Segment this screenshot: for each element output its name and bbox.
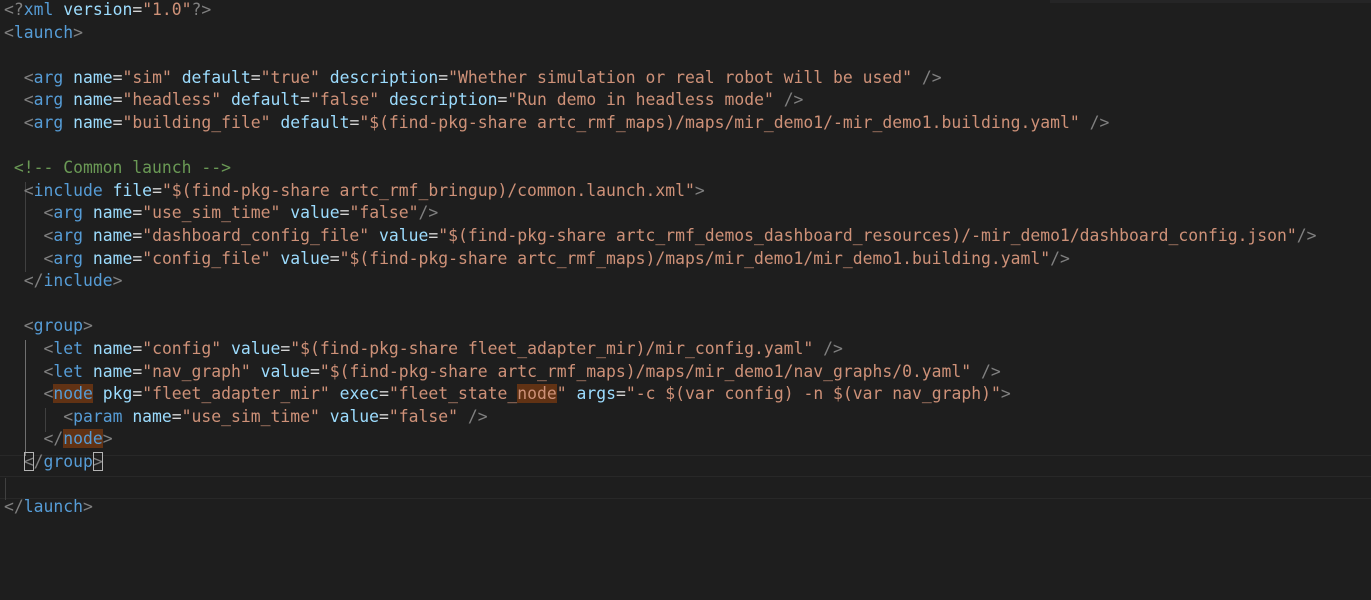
code-line-12[interactable]: <arg name="config_file" value="$(find-pk… — [4, 248, 1069, 271]
current-line-highlight — [0, 455, 1371, 477]
code-line-1[interactable]: <?xml version="1.0"?> — [4, 0, 211, 22]
code-line-15[interactable]: <group> — [4, 315, 93, 338]
code-line-16[interactable]: <let name="config" value="$(find-pkg-sha… — [4, 338, 842, 361]
code-editor[interactable]: <?xml version="1.0"?> <launch> <arg name… — [0, 0, 1371, 600]
code-line-2[interactable]: <launch> — [4, 22, 83, 45]
code-line-17[interactable]: <let name="nav_graph" value="$(find-pkg-… — [4, 361, 1000, 384]
code-line-9[interactable]: <include file="$(find-pkg-share artc_rmf… — [4, 180, 705, 203]
code-line-19[interactable]: <param name="use_sim_time" value="false"… — [4, 406, 487, 429]
code-line-11[interactable]: <arg name="dashboard_config_file" value=… — [4, 225, 1316, 248]
code-line-8[interactable]: <!-- Common launch --> — [4, 157, 231, 180]
bracket-match: > — [92, 452, 103, 471]
code-line-4[interactable]: <arg name="sim" default="true" descripti… — [4, 67, 942, 90]
code-line-21[interactable]: </group> — [4, 451, 103, 474]
bracket-match: < — [23, 452, 34, 471]
word-highlight: node — [53, 384, 93, 404]
code-line-10[interactable]: <arg name="use_sim_time" value="false"/> — [4, 202, 438, 225]
code-line-23[interactable]: </launch> — [4, 496, 93, 519]
word-highlight: node — [517, 384, 557, 404]
code-line-6[interactable]: <arg name="building_file" default="$(fin… — [4, 112, 1110, 135]
code-line-5[interactable]: <arg name="headless" default="false" des… — [4, 89, 804, 112]
word-highlight: node — [63, 429, 103, 449]
code-line-13[interactable]: </include> — [4, 270, 123, 293]
current-line-highlight-lower — [0, 477, 1371, 499]
code-line-20[interactable]: </node> — [4, 428, 113, 451]
code-line-18[interactable]: <node pkg="fleet_adapter_mir" exec="flee… — [4, 383, 1011, 406]
editor-top-strip — [1050, 0, 1371, 3]
